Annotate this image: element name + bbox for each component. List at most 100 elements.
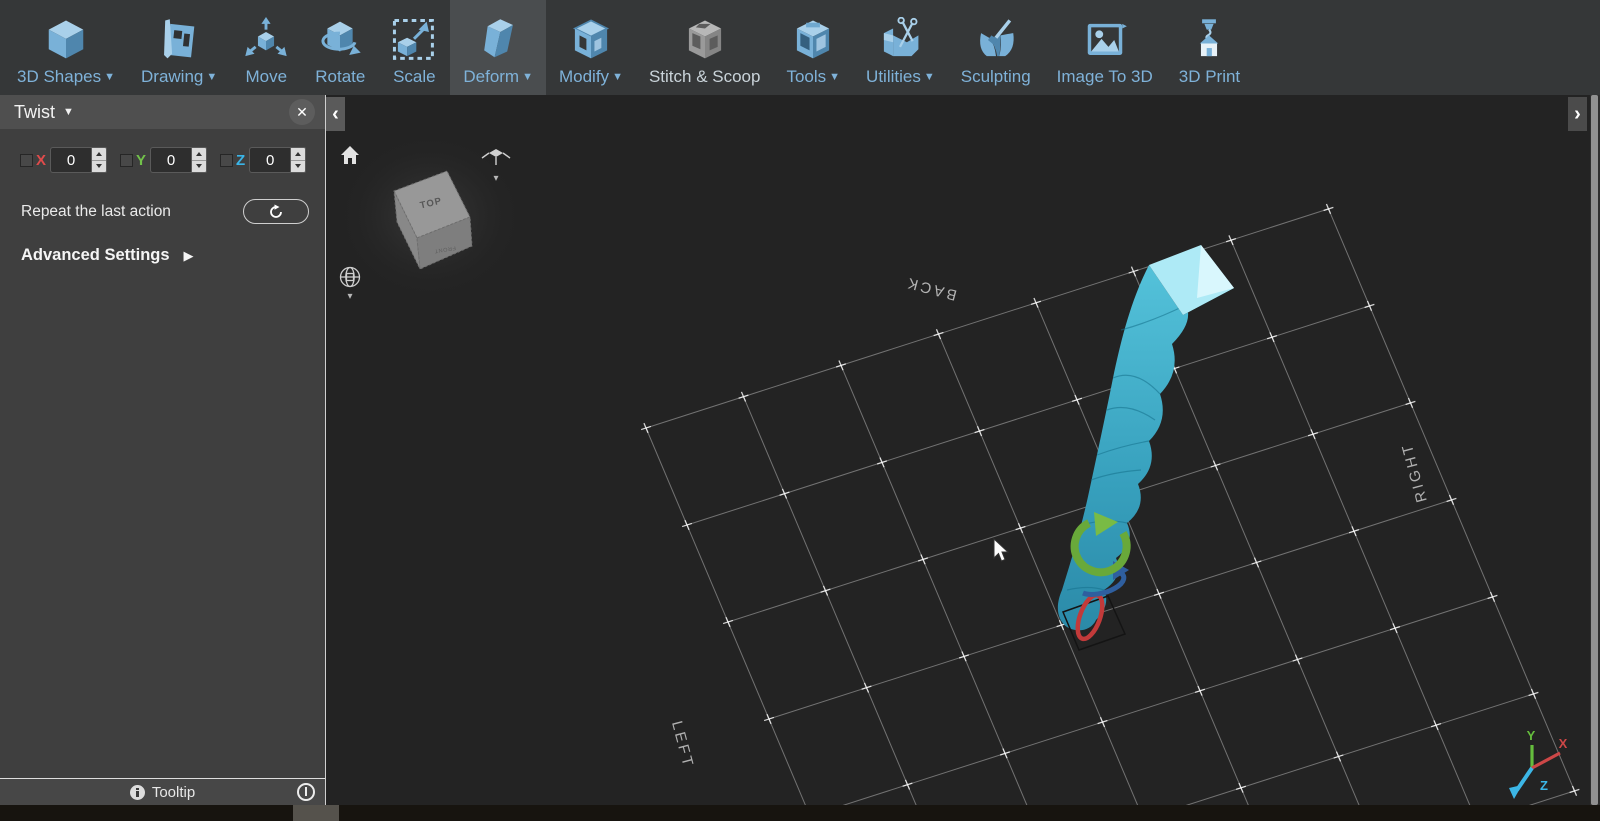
tooltip-bar[interactable]: Tooltip: [0, 778, 325, 805]
info-outline-icon[interactable]: [297, 783, 315, 801]
deform-icon: [484, 19, 514, 58]
sculpting-icon: [979, 19, 1014, 57]
y-axis-stepper: [191, 147, 208, 173]
x-axis-stepper: [91, 147, 108, 173]
repeat-action-label: Repeat the last action: [21, 202, 171, 220]
z-axis-checkbox[interactable]: [220, 153, 234, 167]
spin-up-button[interactable]: [192, 148, 207, 161]
chevron-right-icon: ›: [1574, 102, 1581, 125]
tools-icon: [797, 20, 830, 59]
spin-down-button[interactable]: [291, 160, 306, 172]
toolbar-item-label: Deform: [463, 67, 520, 86]
twisted-model[interactable]: [1057, 245, 1234, 631]
toolbar-item-sculpting[interactable]: Sculpting: [948, 0, 1044, 95]
y-axis-group: Y: [120, 147, 208, 173]
x-axis-checkbox[interactable]: [20, 153, 33, 167]
z-axis-group: Z: [220, 147, 307, 173]
perspective-toggle-button[interactable]: [339, 266, 361, 288]
toolbar-item-label: Tools: [786, 67, 827, 86]
triad-x-label: X: [1559, 736, 1568, 751]
z-axis-arrowhead: [1509, 785, 1522, 799]
x-axis-group: X: [20, 147, 108, 173]
y-axis-input[interactable]: [150, 147, 192, 173]
toolbar-item-stitch-scoop[interactable]: Stitch & Scoop: [636, 0, 774, 95]
stitch-scoop-icon: [688, 20, 721, 59]
chevron-down-icon: ▼: [522, 71, 533, 83]
toolbar-item-label: Image To 3D: [1056, 67, 1153, 86]
spin-down-button[interactable]: [92, 160, 107, 172]
scale-icon: [393, 18, 435, 60]
close-panel-button[interactable]: ✕: [289, 99, 315, 125]
spin-down-button[interactable]: [192, 160, 207, 172]
toolbar-item-label: Drawing: [141, 67, 204, 86]
toolbar-item-move[interactable]: Move: [230, 0, 302, 95]
scene-canvas[interactable]: BACK RIGHT LEFT TOP FRONT ▾ ▾ Y X Z: [326, 95, 1600, 805]
expand-right-icon: ▶: [183, 247, 194, 263]
repeat-action-button[interactable]: [243, 199, 309, 224]
perspective-caret-icon[interactable]: ▾: [347, 291, 352, 302]
triad-z-label: Z: [1540, 778, 1548, 793]
toolbar-item-modify[interactable]: Modify ▼: [546, 0, 636, 95]
triangle-up-icon: [295, 151, 302, 156]
view-mode-caret-icon[interactable]: ▾: [493, 173, 498, 184]
toolbar-item-scale[interactable]: Scale: [378, 0, 450, 95]
toolbar-item-label: 3D Print: [1178, 67, 1241, 86]
triad-y-label: Y: [1527, 728, 1536, 743]
modify-icon: [572, 19, 609, 59]
chevron-down-icon: ▼: [829, 71, 841, 83]
bottom-strip-segment: [293, 805, 339, 821]
z-axis-input[interactable]: [249, 147, 291, 173]
y-axis-label: Y: [136, 151, 147, 169]
tooltip-label: Tooltip: [151, 783, 196, 801]
triangle-down-icon: [295, 164, 302, 169]
toolbar-item-tools[interactable]: Tools ▼: [773, 0, 853, 95]
chevron-down-icon: ▼: [612, 71, 623, 83]
toolbar-item-3d-print[interactable]: 3D Print: [1166, 0, 1253, 95]
toolbar-item-deform[interactable]: Deform ▼: [450, 0, 546, 95]
advanced-settings-label: Advanced Settings: [21, 246, 170, 264]
z-axis-stepper: [290, 147, 307, 173]
viewport-scrollbar-track[interactable]: [1590, 95, 1600, 805]
grid-label-back: BACK: [903, 273, 958, 303]
toolbar-item-3d-shapes[interactable]: 3D Shapes ▼: [4, 0, 128, 95]
selfcad-app-window: 3D Shapes ▼ Drawing ▼ Move Rotate Scale …: [0, 0, 1600, 821]
y-axis-checkbox[interactable]: [120, 153, 134, 167]
chevron-left-icon: ‹: [332, 102, 339, 125]
grid-label-left: LEFT: [668, 719, 697, 770]
toolbar-item-label: Scale: [393, 67, 436, 86]
move-icon: [245, 17, 287, 57]
rotate-icon: [321, 21, 362, 55]
triangle-down-icon: [96, 164, 103, 169]
image-to-3d-icon: [1087, 23, 1127, 55]
toolbar-item-label: Move: [245, 67, 288, 86]
chevron-down-icon: ▼: [104, 71, 116, 83]
x-axis-input[interactable]: [50, 147, 92, 173]
toolbar-item-utilities[interactable]: Utilities ▼: [853, 0, 948, 95]
toolbar-item-image-to-3d[interactable]: Image To 3D: [1044, 0, 1166, 95]
chevron-down-icon: ▼: [63, 106, 74, 118]
twist-axis-controls: X Y: [20, 147, 325, 173]
toolbar-item-drawing[interactable]: Drawing ▼: [128, 0, 230, 95]
toolbar-item-label: Stitch & Scoop: [648, 67, 761, 86]
toolbar-item-label: Modify: [558, 67, 610, 86]
main-toolbar: 3D Shapes ▼ Drawing ▼ Move Rotate Scale …: [0, 0, 1600, 95]
toolbar-item-label: Sculpting: [960, 67, 1031, 86]
repeat-action-row: Repeat the last action: [21, 199, 309, 224]
spin-up-button[interactable]: [92, 148, 107, 161]
bottom-strip: [0, 805, 1600, 821]
axis-triad: Y X Z: [1509, 728, 1568, 799]
viewport-scrollbar-thumb[interactable]: [1591, 95, 1598, 805]
triangle-up-icon: [196, 151, 203, 156]
toolbar-item-rotate[interactable]: Rotate: [302, 0, 378, 95]
cube-icon: [48, 20, 84, 59]
spin-up-button[interactable]: [291, 148, 306, 161]
home-view-button[interactable]: [341, 146, 359, 164]
panel-title[interactable]: Twist ▼: [14, 102, 74, 123]
twist-tool-panel: Twist ▼ ✕ X Y: [0, 95, 325, 805]
collapse-right-panel-button[interactable]: ›: [1568, 97, 1587, 131]
chevron-down-icon: ▼: [923, 71, 935, 83]
grid-label-right: RIGHT: [1398, 440, 1430, 504]
viewport-3d[interactable]: ‹ › BACK RIGHT LEFT TOP FRONT ▾ ▾ Y X Z: [325, 95, 1600, 805]
collapse-left-panel-button[interactable]: ‹: [326, 97, 345, 131]
advanced-settings-toggle[interactable]: Advanced Settings ▶: [21, 246, 325, 265]
